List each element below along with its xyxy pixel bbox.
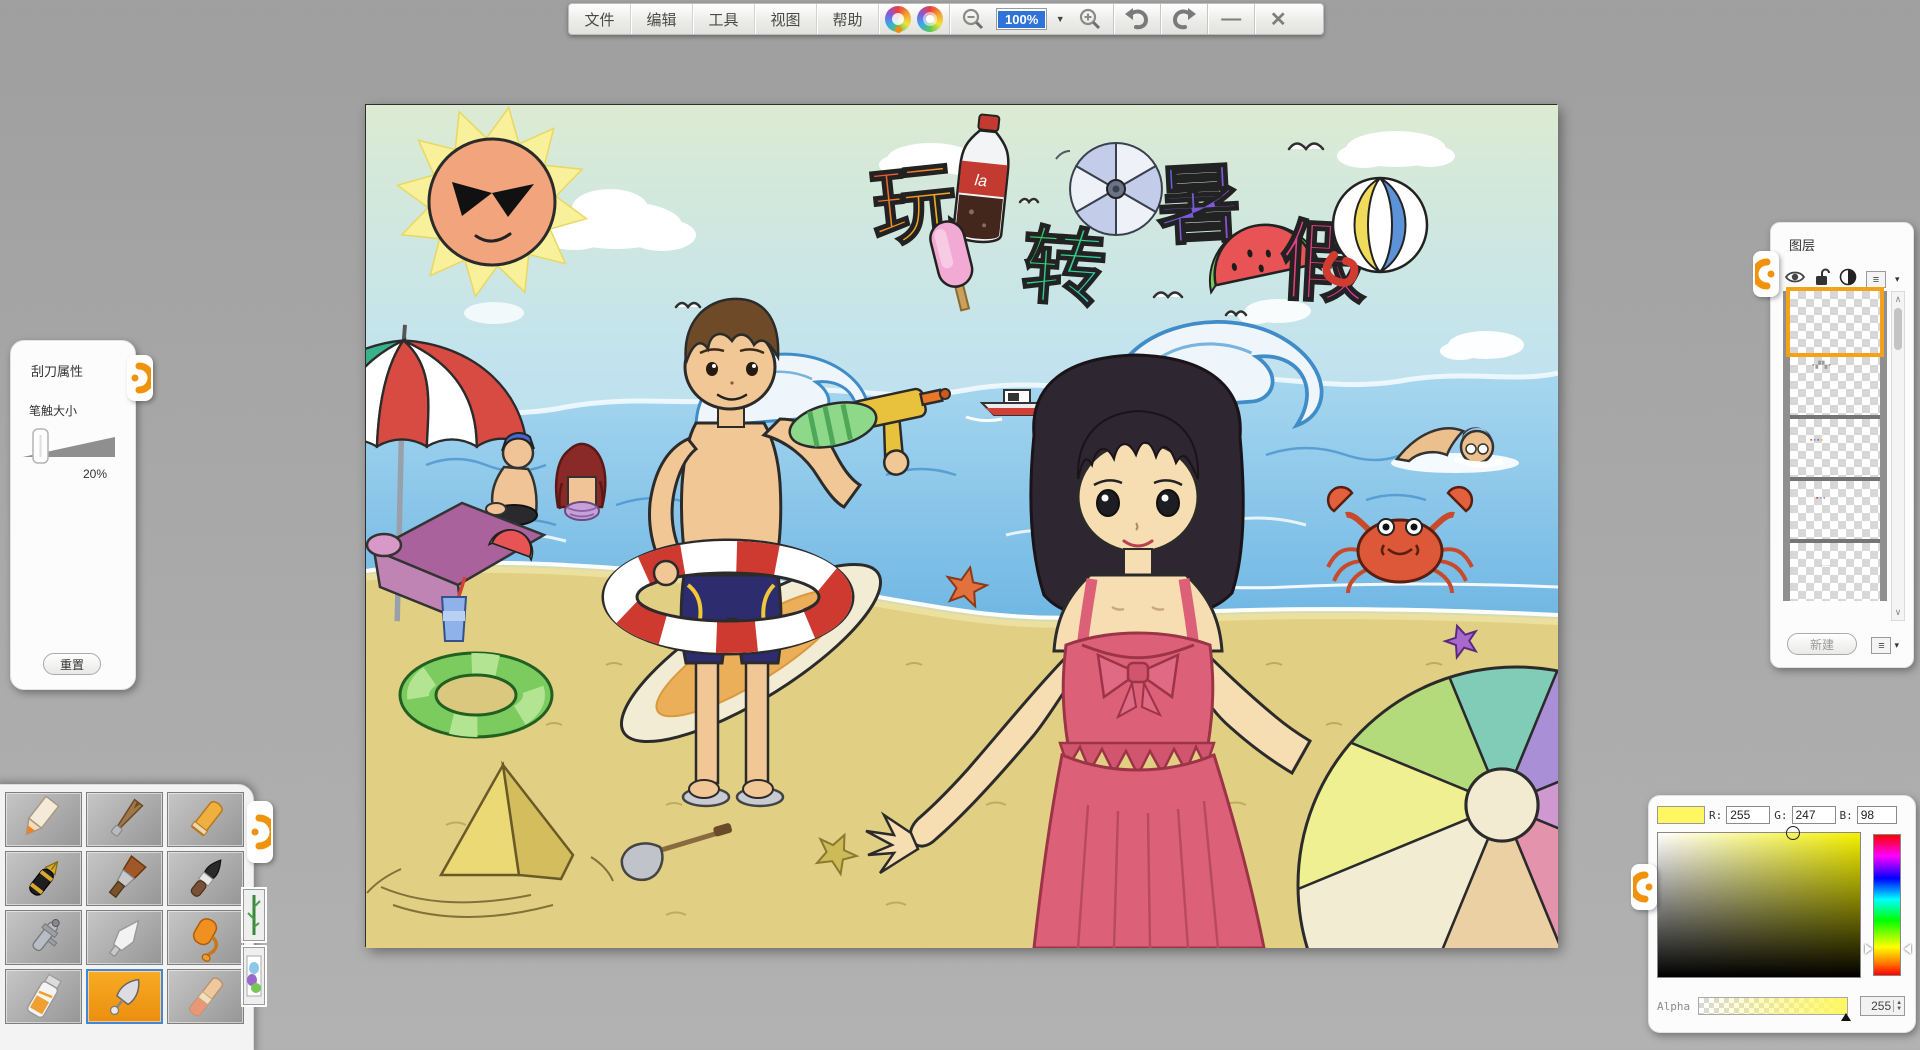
scroll-up-icon[interactable]: ∧ [1895,294,1902,305]
zoom-dropdown-arrow-icon[interactable]: ▼ [1053,14,1067,24]
scroll-down-icon[interactable]: ∨ [1895,607,1902,618]
color-swirl-icon[interactable] [917,6,943,32]
title-char-turn: 转 [1019,218,1109,318]
r-label: R: [1709,809,1722,822]
tool-wood-pencil[interactable] [86,792,163,847]
tool-fountain-pen[interactable] [5,851,82,906]
menu-edit[interactable]: 编辑 [631,4,693,34]
tool-scraper-knife-selected[interactable] [86,969,163,1024]
close-icon[interactable]: ✕ [1261,7,1295,32]
layer-thumbnail-1[interactable] [1790,291,1880,353]
texture-image-button[interactable] [243,947,265,1005]
menu-file[interactable]: 文件 [569,4,631,34]
menu-view[interactable]: 视图 [755,4,817,34]
tool-colored-pencil[interactable] [5,792,82,847]
layers-panel-title: 图层 [1789,235,1913,254]
tool-flat-brush[interactable] [86,851,163,906]
beach-illustration: 玩 la 转 暑 假 [366,105,1558,948]
menu-tools[interactable]: 工具 [693,4,755,34]
main-toolbar: 文件 编辑 工具 视图 帮助 100% ▼ — ✕ [568,3,1324,35]
notice-dot-icon [895,26,902,33]
saturation-value-field[interactable] [1657,832,1861,978]
hue-marker-right-icon[interactable] [1904,944,1911,954]
tool-crayon[interactable] [167,792,244,847]
alpha-label: Alpha [1657,1000,1690,1013]
brush-size-slider[interactable] [19,427,123,465]
reset-button[interactable]: 重置 [43,653,101,675]
sv-selector-icon[interactable] [1786,826,1800,840]
redo-icon[interactable] [1167,7,1201,31]
alpha-value: 255 [1861,999,1893,1013]
drawing-canvas[interactable]: 玩 la 转 暑 假 [365,104,1557,947]
hue-marker-left-icon[interactable] [1865,944,1872,954]
bamboo-brush-button[interactable] [243,889,265,941]
menu-help[interactable]: 帮助 [817,4,879,34]
paint-app: { "toolbar": { "menus": [ {"label": "文件"… [0,0,1920,1050]
zoom-out-icon[interactable] [956,7,990,31]
unlock-icon[interactable] [1814,268,1830,291]
r-input[interactable] [1726,806,1770,824]
g-input[interactable] [1792,806,1836,824]
tool-paint-roller[interactable] [167,910,244,965]
layer-thumbnail-3[interactable]: ▪▪▪▪ [1790,415,1880,477]
layers-options-icon[interactable]: ≡ [1871,637,1891,654]
tool-palette [0,784,254,1050]
color-picker-panel: R: G: B: Alpha 255 ▲▼ [1648,795,1916,1033]
undo-icon[interactable] [1120,7,1154,31]
alpha-slider[interactable] [1698,997,1848,1015]
panel-collapse-handle[interactable] [127,355,153,401]
current-color-swatch [1657,806,1705,824]
scraper-properties-panel: 刮刀属性 笔触大小 20% 重置 [10,340,136,690]
b-label: B: [1840,809,1853,822]
tool-point-brush[interactable] [167,851,244,906]
scroll-thumb[interactable] [1894,308,1902,350]
minimize-icon[interactable]: — [1214,8,1248,31]
alpha-down-icon[interactable]: ▼ [1896,1006,1902,1012]
layer-thumbnail-4[interactable]: ▪▪▪ [1790,477,1880,539]
layer-list: ▪▞▚▪ ▪▪▪▪ ▪▪▪ ── [1783,291,1887,601]
palette-collapse-handle[interactable] [247,801,273,863]
contrast-icon[interactable] [1839,268,1857,291]
layers-panel: 图层 ≡ ▾ ▪▞▚▪ ▪▪▪▪ ▪▪▪ ── ∧ ∨ 新建 ≡ ▾ [1770,222,1914,668]
layer-thumbnail-5[interactable]: ── [1790,539,1880,601]
tool-eraser[interactable] [167,969,244,1024]
scraper-panel-title: 刮刀属性 [31,361,135,380]
layers-scrollbar[interactable]: ∧ ∨ [1891,291,1905,621]
eye-icon[interactable] [1785,270,1805,289]
tool-paint-bottle[interactable] [5,969,82,1024]
green-swim-ring [400,653,552,737]
alpha-spinbox[interactable]: 255 ▲▼ [1860,996,1905,1016]
zoom-level-combo[interactable]: 100% [996,8,1047,30]
layers-options-caret-icon[interactable]: ▾ [1894,640,1899,651]
layer-blend-menu-icon[interactable]: ≡ [1866,271,1886,288]
zoom-level-value: 100% [998,11,1045,28]
brush-size-value: 20% [11,467,107,481]
tool-airbrush[interactable] [5,910,82,965]
bottle-label: la [974,172,988,190]
layer-thumbnail-2[interactable]: ▪▞▚▪ [1790,353,1880,415]
alpha-marker-icon[interactable] [1841,1013,1851,1021]
new-layer-button[interactable]: 新建 [1787,633,1857,655]
zoom-in-icon[interactable] [1073,7,1107,31]
color-collapse-handle[interactable] [1631,864,1657,910]
layer-blend-caret-icon[interactable]: ▾ [1895,274,1900,285]
hue-slider[interactable] [1873,834,1901,976]
g-label: G: [1774,809,1787,822]
brush-size-label: 笔触大小 [29,402,135,419]
b-input[interactable] [1857,806,1897,824]
layers-collapse-handle[interactable] [1753,251,1779,297]
tool-palette-knife[interactable] [86,910,163,965]
